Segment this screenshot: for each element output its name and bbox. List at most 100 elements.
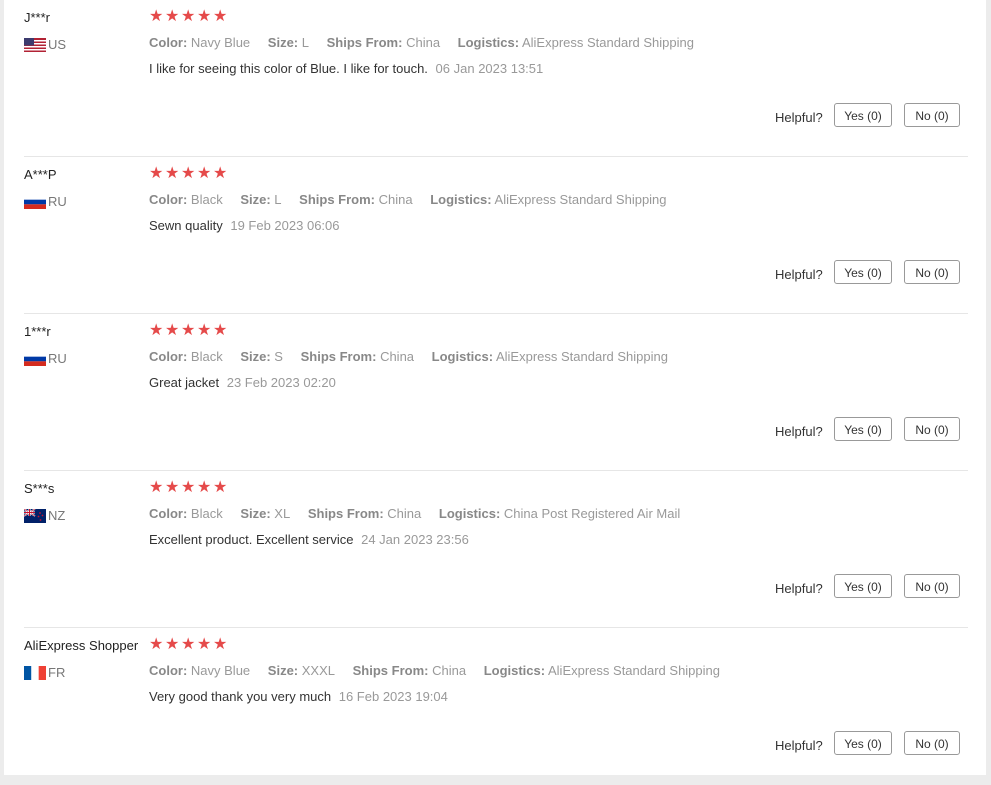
size-value: L [274,192,282,207]
size-label: Size: [240,192,271,207]
country-code: RU [48,194,67,209]
helpful-no-button[interactable]: No (0) [904,574,960,598]
star-icon: ★ [197,322,212,339]
ru-flag-icon [24,351,46,366]
color-label: Color: [149,663,188,678]
helpful-no-button[interactable]: No (0) [904,260,960,284]
size-value: L [301,35,309,50]
color-value: Navy Blue [190,663,251,678]
color-label: Color: [149,192,188,207]
helpful-no-button[interactable]: No (0) [904,731,960,755]
reviewer-name: 1***r [24,324,51,339]
comment-text: I like for seeing this color of Blue. I … [149,61,428,76]
comment-text: Sewn quality [149,218,223,233]
star-icon: ★ [213,8,228,25]
helpful-yes-button[interactable]: Yes (0) [834,574,892,598]
comment-text: Great jacket [149,375,220,390]
star-rating: ★ ★ ★ ★ ★ [149,322,228,339]
helpful-no-button[interactable]: No (0) [904,103,960,127]
logistics-value: AliExpress Standard Shipping [521,35,694,50]
ships-from-label: Ships From: [300,349,377,364]
star-icon: ★ [149,8,164,25]
reviewer-name: AliExpress Shopper [24,638,139,653]
star-icon: ★ [165,636,180,653]
ships-from-label: Ships From: [307,506,384,521]
country-code: RU [48,351,67,366]
review-comment: Very good thank you very much 16 Feb 202… [149,689,448,704]
review-date: 24 Jan 2023 23:56 [361,532,469,547]
ships-from-label: Ships From: [352,663,429,678]
size-value: S [274,349,283,364]
reviews-panel: J***r US ★ ★ ★ ★ ★ Color: Navy Blue Size… [4,0,986,775]
star-icon: ★ [213,165,228,182]
color-value: Black [190,349,223,364]
logistics-label: Logistics: [457,35,520,50]
star-rating: ★ ★ ★ ★ ★ [149,165,228,182]
star-icon: ★ [213,636,228,653]
review-date: 19 Feb 2023 06:06 [230,218,340,233]
helpful-label: Helpful? [775,267,823,282]
comment-text: Excellent product. Excellent service [149,532,354,547]
color-label: Color: [149,349,188,364]
review-date: 23 Feb 2023 02:20 [226,375,336,390]
star-icon: ★ [181,479,196,496]
us-flag-icon [24,37,46,52]
star-icon: ★ [165,8,180,25]
fr-flag-icon [24,665,46,680]
star-rating: ★ ★ ★ ★ ★ [149,479,227,496]
logistics-label: Logistics: [430,192,492,207]
review-item: J***r US ★ ★ ★ ★ ★ Color: Navy Blue Size… [4,0,986,157]
helpful-label: Helpful? [775,581,823,596]
star-icon: ★ [165,322,180,339]
review-comment: Great jacket 23 Feb 2023 02:20 [149,375,336,390]
review-date: 06 Jan 2023 13:51 [435,61,544,76]
reviewer-country: US [24,37,66,52]
star-icon: ★ [197,8,212,25]
star-icon: ★ [165,479,180,496]
reviewer-country: NZ [24,508,65,523]
ships-from-value: China [380,349,415,364]
reviewer-country: FR [24,665,65,680]
helpful-yes-button[interactable]: Yes (0) [834,731,892,755]
color-value: Navy Blue [190,35,251,50]
logistics-label: Logistics: [431,349,494,364]
product-attributes: Color: Black Size: XL Ships From: China … [149,506,680,521]
star-icon: ★ [213,322,228,339]
ships-from-value: China [406,35,441,50]
helpful-no-button[interactable]: No (0) [904,417,960,441]
star-rating: ★ ★ ★ ★ ★ [149,636,228,653]
size-label: Size: [267,663,299,678]
product-attributes: Color: Navy Blue Size: XXXL Ships From: … [149,663,720,678]
logistics-value: AliExpress Standard Shipping [495,349,668,364]
logistics-label: Logistics: [438,506,501,521]
color-label: Color: [149,35,188,50]
star-icon: ★ [181,165,196,182]
reviewer-name: A***P [24,167,57,182]
color-value: Black [190,506,223,521]
size-label: Size: [240,506,271,521]
review-comment: I like for seeing this color of Blue. I … [149,61,543,76]
color-value: Black [190,192,223,207]
product-attributes: Color: Black Size: S Ships From: China L… [149,349,668,364]
star-icon: ★ [197,479,212,496]
product-attributes: Color: Black Size: L Ships From: China L… [149,192,667,207]
helpful-yes-button[interactable]: Yes (0) [834,103,892,127]
helpful-yes-button[interactable]: Yes (0) [834,260,892,284]
star-icon: ★ [149,636,164,653]
reviewer-country: RU [24,194,67,209]
star-icon: ★ [181,322,196,339]
color-label: Color: [149,506,188,521]
ships-from-value: China [378,192,413,207]
product-attributes: Color: Navy Blue Size: L Ships From: Chi… [149,35,694,50]
helpful-yes-button[interactable]: Yes (0) [834,417,892,441]
ships-from-value: China [432,663,467,678]
reviewer-name: J***r [24,10,51,25]
star-icon: ★ [149,322,164,339]
logistics-value: AliExpress Standard Shipping [548,663,720,678]
comment-text: Very good thank you very much [149,689,332,704]
star-icon: ★ [149,479,164,496]
review-comment: Sewn quality 19 Feb 2023 06:06 [149,218,340,233]
country-code: US [48,37,67,52]
helpful-label: Helpful? [775,110,823,125]
star-rating: ★ ★ ★ ★ ★ [149,8,228,25]
